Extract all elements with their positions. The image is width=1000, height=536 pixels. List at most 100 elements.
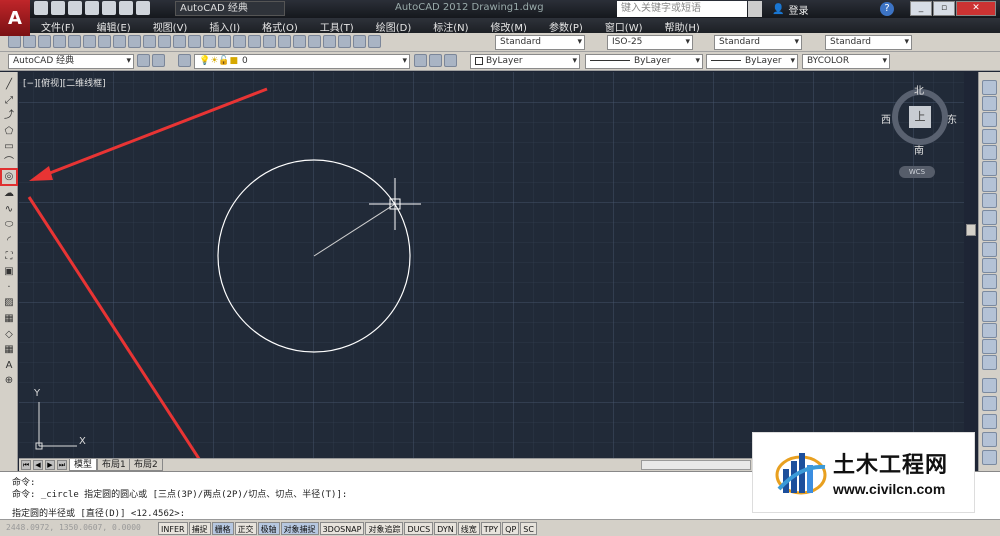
break-at-point-icon[interactable]: [982, 258, 997, 274]
scale-icon[interactable]: [982, 193, 997, 209]
compass-south[interactable]: 南: [914, 142, 924, 157]
help-icon[interactable]: [368, 35, 381, 48]
dimension-style-select[interactable]: ISO-25: [607, 35, 693, 50]
next-tab-icon[interactable]: ▶: [45, 460, 55, 470]
workspace-select[interactable]: AutoCAD 经典: [175, 1, 285, 16]
prev-tab-icon[interactable]: ◀: [33, 460, 43, 470]
add-selected-icon[interactable]: ⊕: [2, 374, 16, 388]
publish-icon[interactable]: [83, 35, 96, 48]
lineweight-select[interactable]: ByLayer: [706, 54, 798, 69]
rectangle-icon[interactable]: ▭: [2, 140, 16, 154]
save-as-icon[interactable]: [85, 1, 99, 15]
spline-icon[interactable]: ∿: [2, 203, 16, 217]
make-block-icon[interactable]: ▣: [2, 265, 16, 279]
point-icon[interactable]: ·: [2, 281, 16, 295]
status-toggle-13[interactable]: SC: [520, 522, 537, 535]
maximize-button[interactable]: ▫: [933, 1, 955, 16]
erase-icon[interactable]: [982, 80, 997, 95]
tab-layout2[interactable]: 布局2: [129, 459, 163, 471]
zoom-realtime-icon[interactable]: [233, 35, 246, 48]
coordinate-display[interactable]: 2448.0972, 1350.0607, 0.0000: [6, 523, 141, 532]
ellipse-icon[interactable]: ⬭: [2, 218, 16, 232]
polyline-icon[interactable]: ⤴: [2, 109, 16, 123]
menu-item-3[interactable]: 插入(I): [198, 19, 251, 34]
hatch-icon[interactable]: ▨: [2, 296, 16, 310]
revision-cloud-icon[interactable]: ☁: [2, 187, 16, 201]
drawing-canvas[interactable]: [−][俯视][二维线框] 上 北 南 东 西 WCS Y X: [19, 72, 964, 458]
tab-layout1[interactable]: 布局1: [97, 459, 131, 471]
zoom-window-icon[interactable]: [248, 35, 261, 48]
copy-object-icon[interactable]: [982, 96, 997, 112]
menu-item-5[interactable]: 工具(T): [309, 19, 365, 34]
match-properties-icon[interactable]: [158, 35, 171, 48]
pan-icon[interactable]: [218, 35, 231, 48]
customize-icon[interactable]: [152, 54, 165, 67]
linetype-select[interactable]: ByLayer: [585, 54, 703, 69]
viewcube-top-face[interactable]: 上: [909, 106, 931, 128]
open-icon[interactable]: [23, 35, 36, 48]
status-toggle-6[interactable]: 3DOSNAP: [319, 522, 365, 535]
save-icon[interactable]: [38, 35, 51, 48]
region-icon[interactable]: ◇: [2, 328, 16, 342]
open-file-icon[interactable]: [51, 1, 65, 15]
scroll-thumb[interactable]: [966, 224, 976, 236]
menu-item-4[interactable]: 格式(O): [251, 19, 309, 34]
menu-item-0[interactable]: 文件(F): [30, 19, 86, 34]
cursor-icon[interactable]: [982, 378, 997, 393]
fillet-icon[interactable]: [982, 323, 997, 338]
design-center-icon[interactable]: [293, 35, 306, 48]
status-toggle-8[interactable]: DUCS: [404, 522, 434, 535]
plot-icon[interactable]: [102, 1, 116, 15]
redo-icon[interactable]: [203, 35, 216, 48]
workspace-settings-icon[interactable]: [137, 54, 150, 67]
extend-icon[interactable]: [982, 242, 997, 257]
close-button[interactable]: ✕: [956, 1, 996, 16]
menu-item-9[interactable]: 参数(P): [538, 19, 594, 34]
status-toggle-2[interactable]: 栅格: [211, 522, 234, 535]
plot-preview-icon[interactable]: [68, 35, 81, 48]
command-prompt[interactable]: 指定圆的半径或 [直径(D)] <12.4562>:: [12, 506, 185, 519]
layer-previous-icon[interactable]: [429, 54, 442, 67]
insert-block-icon[interactable]: ⛶: [2, 250, 16, 264]
search-input[interactable]: 键入关键字或短语: [617, 1, 747, 17]
status-toggle-11[interactable]: TPY: [480, 522, 502, 535]
compass-east[interactable]: 东: [947, 111, 957, 126]
move-icon[interactable]: [982, 161, 997, 176]
application-menu-button[interactable]: A: [0, 0, 30, 36]
align-icon[interactable]: [982, 432, 997, 447]
multileader-style-select[interactable]: Standard: [825, 35, 912, 50]
menu-item-8[interactable]: 修改(M): [480, 19, 538, 34]
status-toggle-0[interactable]: INFER: [158, 522, 188, 535]
wcs-menu-button[interactable]: WCS: [899, 166, 935, 178]
sheet-set-icon[interactable]: [323, 35, 336, 48]
stretch-icon[interactable]: [982, 209, 997, 225]
layer-select[interactable]: 💡☀🔓■ 0: [194, 54, 410, 69]
polygon-icon[interactable]: ⬠: [2, 125, 16, 139]
text-style-select[interactable]: Standard: [495, 35, 585, 50]
array-icon[interactable]: [982, 144, 997, 160]
plot-icon[interactable]: [53, 35, 66, 48]
workspace-combo[interactable]: AutoCAD 经典: [8, 54, 134, 69]
3d-dwf-icon[interactable]: [98, 35, 111, 48]
properties-icon[interactable]: [278, 35, 291, 48]
explode-icon[interactable]: [982, 355, 997, 371]
status-toggle-4[interactable]: 极轴: [257, 522, 280, 535]
status-toggle-3[interactable]: 正交: [234, 522, 257, 535]
menu-item-10[interactable]: 窗口(W): [594, 19, 654, 34]
table-style-select[interactable]: Standard: [714, 35, 802, 50]
tab-model[interactable]: 模型: [69, 459, 98, 471]
zoom-icon[interactable]: [982, 450, 997, 465]
plotstyle-select[interactable]: BYCOLOR: [802, 54, 890, 69]
menu-item-11[interactable]: 帮助(H): [654, 19, 711, 34]
join-icon[interactable]: [982, 290, 997, 306]
horizontal-scrollbar[interactable]: [641, 460, 751, 470]
table-icon[interactable]: ▦: [2, 343, 16, 357]
status-toggle-12[interactable]: QP: [502, 522, 520, 535]
paste-icon[interactable]: [143, 35, 156, 48]
construction-line-icon[interactable]: ⤢: [2, 94, 16, 108]
status-toggle-9[interactable]: DYN: [434, 522, 457, 535]
markup-icon[interactable]: [338, 35, 351, 48]
status-toggle-1[interactable]: 捕捉: [188, 522, 211, 535]
offset-icon[interactable]: [982, 128, 997, 144]
menu-item-1[interactable]: 编辑(E): [86, 19, 142, 34]
